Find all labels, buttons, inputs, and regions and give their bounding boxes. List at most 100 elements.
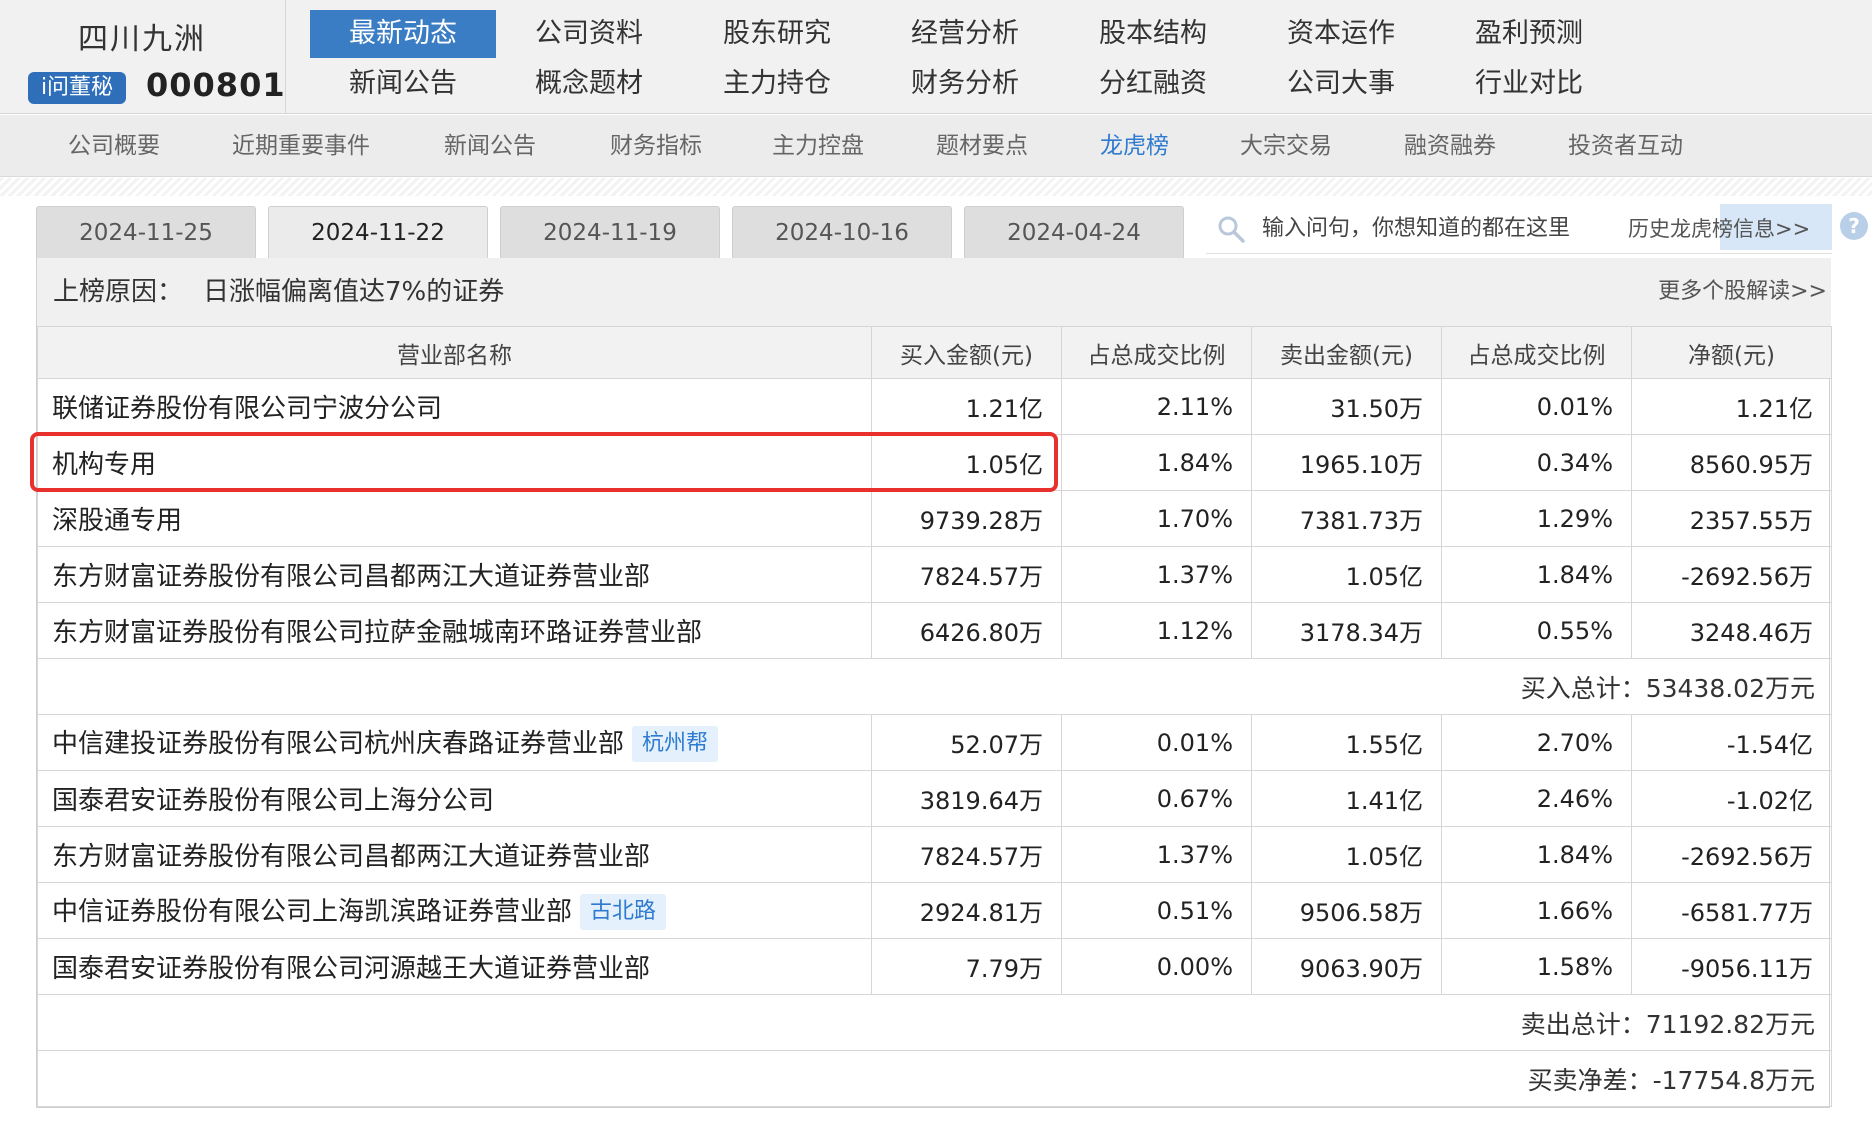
nav-item[interactable]: 资本运作 [1248,10,1434,58]
sell-percent-cell: 0.34% [1441,434,1632,491]
lhb-table: 营业部名称 买入金额(元) 占总成交比例 卖出金额(元) 占总成交比例 净额(元… [37,326,1832,1107]
net-amount-cell: 8560.95万 [1631,434,1832,491]
sub-nav-item[interactable]: 近期重要事件 [232,115,370,177]
sub-nav-item[interactable]: 财务指标 [610,115,702,177]
help-icon[interactable]: ? [1840,212,1868,240]
sub-nav-item[interactable]: 主力控盘 [772,115,864,177]
main-nav: 最新动态 公司资料 股东研究 经营分析 股本结构 资本运作 盈利预测新闻公告 概念题材 主力持仓… [286,0,1872,114]
nav-item[interactable]: 主力持仓 [684,60,870,108]
broker-name[interactable]: 中信建投证券股份有限公司杭州庆春路证券营业部 [52,729,624,759]
reason-label: 上榜原因： [53,277,184,307]
sell-percent-cell: 1.66% [1441,882,1632,939]
sell-percent-cell: 2.46% [1441,770,1632,827]
nav-item[interactable]: 最新动态 [310,10,496,58]
sell-total-value: 71192.82万元 [1645,1009,1815,1039]
sell-amount-cell: 1.41亿 [1251,770,1442,827]
sub-nav-item[interactable]: 公司概要 [68,115,160,177]
broker-name[interactable]: 中信证券股份有限公司上海凯滨路证券营业部 [52,897,572,927]
broker-name-cell: 机构专用 [37,434,872,491]
table-row: 东方财富证券股份有限公司拉萨金融城南环路证券营业部 6426.80万 1.12% 31… [37,602,1832,659]
broker-name[interactable]: 国泰君安证券股份有限公司上海分公司 [52,786,494,816]
sell-amount-cell: 3178.34万 [1251,602,1442,659]
sub-nav-item[interactable]: 新闻公告 [444,115,536,177]
sell-amount-cell: 9063.90万 [1251,938,1442,995]
date-tab[interactable]: 2024-11-22 [268,206,488,260]
sub-nav-item[interactable]: 龙虎榜 [1100,115,1169,177]
nav-item[interactable]: 新闻公告 [310,60,496,108]
table-row: 国泰君安证券股份有限公司上海分公司 3819.64万 0.67% 1.41亿 2.46%… [37,770,1832,827]
broker-name-cell: 深股通专用 [37,490,872,547]
broker-name-cell: 联储证券股份有限公司宁波分公司 [37,378,872,435]
nav-item[interactable]: 分红融资 [1060,60,1246,108]
date-tab[interactable]: 2024-10-16 [732,206,952,258]
nav-item[interactable]: 概念题材 [496,60,682,108]
nav-item[interactable]: 盈利预测 [1436,10,1622,58]
broker-tag[interactable]: 杭州帮 [632,726,719,763]
buy-amount-cell: 7.79万 [871,938,1062,995]
buy-total-label: 买入总计： [1520,673,1646,703]
table-row: 中信证券股份有限公司上海凯滨路证券营业部 古北路 2924.81万 0.51% 9506… [37,882,1832,939]
search-input[interactable] [1262,212,1642,244]
net-diff-value: -17754.8万元 [1652,1065,1815,1095]
more-analysis-link[interactable]: 更多个股解读>> [1658,258,1827,326]
nav-item[interactable]: 财务分析 [872,60,1058,108]
sell-amount-cell: 31.50万 [1251,378,1442,435]
column-header: 净额(元) [1631,326,1832,379]
column-header: 卖出金额(元) [1251,326,1442,379]
nav-item[interactable]: 行业对比 [1436,60,1622,108]
sell-amount-cell: 1965.10万 [1251,434,1442,491]
buy-amount-cell: 52.07万 [871,714,1062,771]
table-row: 中信建投证券股份有限公司杭州庆春路证券营业部 杭州帮 52.07万 0.01% 1.55… [37,714,1832,771]
sub-nav-item[interactable]: 题材要点 [936,115,1028,177]
sub-nav-item[interactable]: 融资融券 [1404,115,1496,177]
broker-name[interactable]: 东方财富证券股份有限公司昌都两江大道证券营业部 [52,842,650,872]
table-row: 东方财富证券股份有限公司昌都两江大道证券营业部 7824.57万 1.37% 1.05… [37,826,1832,883]
table-row: 东方财富证券股份有限公司昌都两江大道证券营业部 7824.57万 1.37% 1.05… [37,546,1832,603]
sub-nav-item[interactable]: 投资者互动 [1568,115,1683,177]
sub-nav-item[interactable]: 大宗交易 [1240,115,1332,177]
sell-total-label: 卖出总计： [1520,1009,1646,1039]
broker-name[interactable]: 联储证券股份有限公司宁波分公司 [52,394,442,424]
buy-total: 买入总计：53438.02万元 [37,658,1832,715]
nav-item[interactable]: 股东研究 [684,10,870,58]
history-lhb-link[interactable]: 历史龙虎榜信息>> [1628,210,1810,248]
nav-item[interactable]: 股本结构 [1060,10,1246,58]
buy-percent-cell: 1.70% [1061,490,1252,547]
broker-name[interactable]: 东方财富证券股份有限公司拉萨金融城南环路证券营业部 [52,618,702,648]
ask-secretary-button[interactable]: i问董秘 [28,72,126,104]
broker-name[interactable]: 机构专用 [52,450,156,480]
broker-name-cell: 国泰君安证券股份有限公司上海分公司 [37,770,872,827]
sell-percent-cell: 0.01% [1441,378,1632,435]
broker-name[interactable]: 东方财富证券股份有限公司昌都两江大道证券营业部 [52,562,650,592]
buy-percent-cell: 1.37% [1061,826,1252,883]
buy-amount-cell: 7824.57万 [871,826,1062,883]
sell-percent-cell: 1.84% [1441,826,1632,883]
buy-percent-cell: 1.84% [1061,434,1252,491]
divider-stripe [0,178,1872,196]
reason-text: 日涨幅偏离值达7%的证券 [203,277,505,307]
date-tab[interactable]: 2024-11-19 [500,206,720,258]
broker-name-cell: 国泰君安证券股份有限公司河源越王大道证券营业部 [37,938,872,995]
broker-name[interactable]: 国泰君安证券股份有限公司河源越王大道证券营业部 [52,954,650,984]
nav-item[interactable]: 经营分析 [872,10,1058,58]
date-tab[interactable]: 2024-04-24 [964,206,1184,258]
date-tab[interactable]: 2024-11-25 [36,206,256,258]
nav-item[interactable]: 公司资料 [496,10,682,58]
search-icon[interactable] [1216,214,1246,244]
table-header-row: 营业部名称 买入金额(元) 占总成交比例 卖出金额(元) 占总成交比例 净额(元… [37,326,1832,379]
net-amount-cell: -1.54亿 [1631,714,1832,771]
top-header: 四川九洲 i问董秘 000801 最新动态 公司资料 股东研究 经营分析 股本结构 资本运… [0,0,1872,114]
buy-amount-cell: 3819.64万 [871,770,1062,827]
sub-nav: 公司概要 近期重要事件 新闻公告 财务指标 主力控盘 题材要点 龙虎榜 大宗交易 融资融券 投资者… [0,115,1872,177]
broker-name-cell: 东方财富证券股份有限公司昌都两江大道证券营业部 [37,826,872,883]
broker-tag[interactable]: 古北路 [580,894,667,931]
lhb-panel: 上榜原因： 日涨幅偏离值达7%的证券 更多个股解读>> 营业部名称 买入金额(元… [36,258,1832,1108]
buy-amount-cell: 1.05亿 [871,434,1062,491]
net-amount-cell: 1.21亿 [1631,378,1832,435]
net-amount-cell: -1.02亿 [1631,770,1832,827]
column-header: 占总成交比例 [1441,326,1632,379]
net-amount-cell: -2692.56万 [1631,826,1832,883]
buy-percent-cell: 2.11% [1061,378,1252,435]
broker-name[interactable]: 深股通专用 [52,506,182,536]
nav-item[interactable]: 公司大事 [1248,60,1434,108]
